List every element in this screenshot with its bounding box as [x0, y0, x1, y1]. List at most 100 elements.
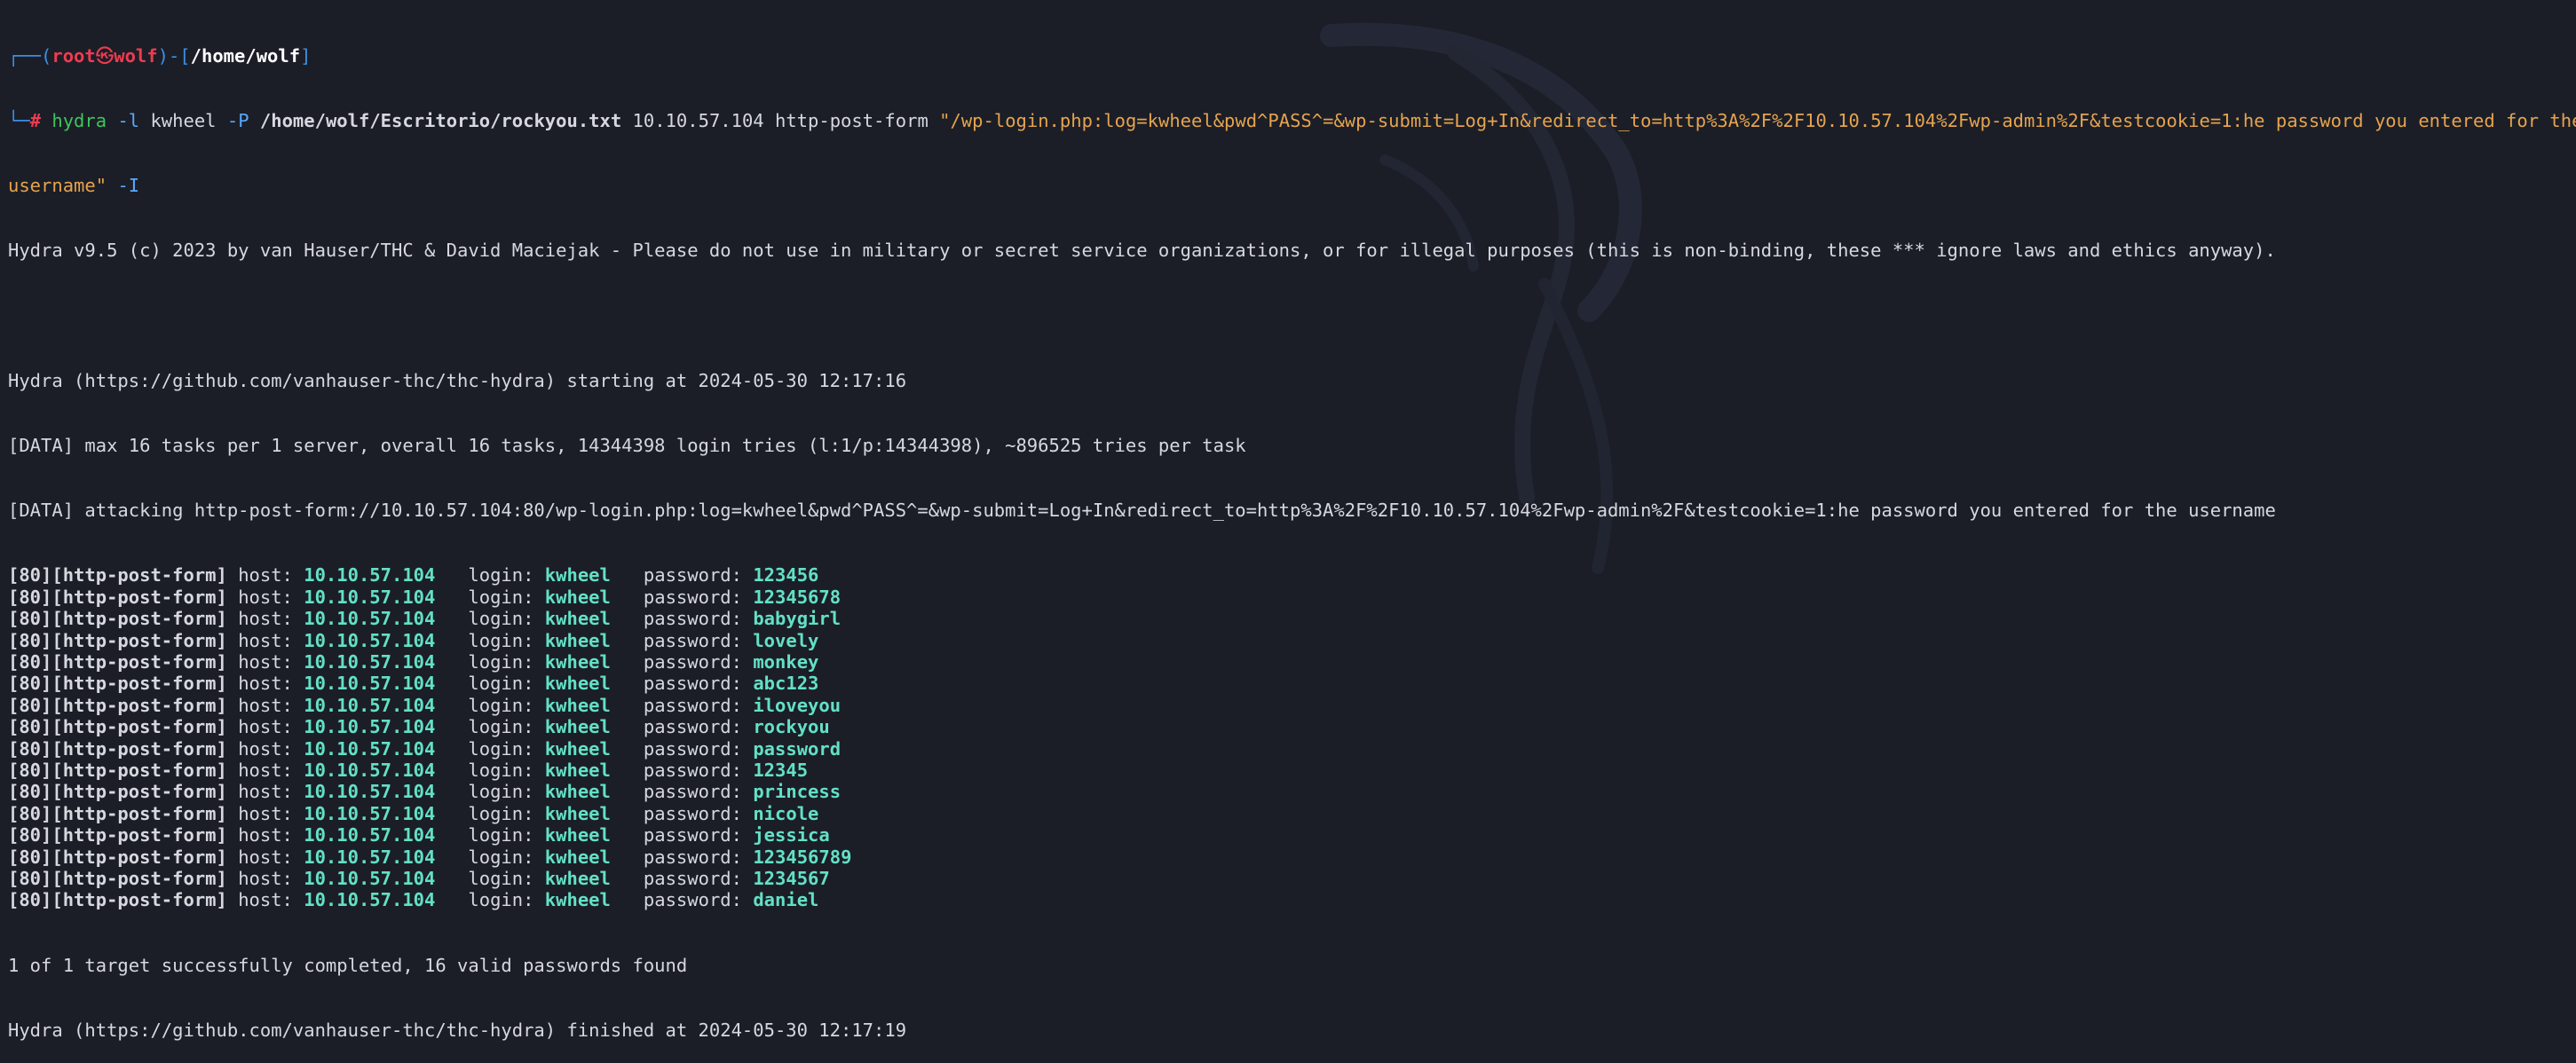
- result-prefix: [80][http-post-form]: [8, 586, 227, 608]
- result-host: 10.10.57.104: [304, 737, 436, 760]
- result-row: [80][http-post-form] host: 10.10.57.104 …: [8, 889, 2576, 910]
- result-password: nicole: [753, 802, 819, 824]
- result-login: kwheel: [544, 586, 611, 608]
- result-host-label: host:: [238, 846, 293, 868]
- finished-line: Hydra (https://github.com/vanhauser-thc/…: [8, 1019, 907, 1041]
- result-prefix: [80][http-post-form]: [8, 867, 227, 889]
- result-prefix: [80][http-post-form]: [8, 802, 227, 824]
- result-password-label: password:: [643, 781, 742, 803]
- result-password-label: password:: [643, 651, 742, 673]
- result-login: kwheel: [544, 673, 611, 695]
- result-login-label: login:: [468, 608, 534, 630]
- result-row: [80][http-post-form] host: 10.10.57.104 …: [8, 673, 2576, 694]
- result-login-label: login:: [468, 586, 534, 608]
- result-host-label: host:: [238, 651, 293, 673]
- result-host-label: host:: [238, 824, 293, 846]
- result-prefix: [80][http-post-form]: [8, 608, 227, 630]
- result-row: [80][http-post-form] host: 10.10.57.104 …: [8, 846, 2576, 868]
- result-prefix: [80][http-post-form]: [8, 564, 227, 587]
- result-password: 123456: [753, 564, 819, 587]
- result-login-label: login:: [468, 651, 534, 673]
- results-list: [80][http-post-form] host: 10.10.57.104 …: [8, 564, 2576, 910]
- result-login: kwheel: [544, 737, 611, 760]
- result-password-label: password:: [643, 759, 742, 781]
- result-login: kwheel: [544, 651, 611, 673]
- result-row: [80][http-post-form] host: 10.10.57.104 …: [8, 564, 2576, 586]
- result-password-label: password:: [643, 564, 742, 587]
- command-line-wrap: username" -I: [8, 175, 2576, 196]
- result-row: [80][http-post-form] host: 10.10.57.104 …: [8, 868, 2576, 889]
- starting-line: Hydra (https://github.com/vanhauser-thc/…: [8, 369, 907, 391]
- result-host-label: host:: [238, 781, 293, 803]
- result-prefix: [80][http-post-form]: [8, 781, 227, 803]
- result-password-label: password:: [643, 846, 742, 868]
- result-host: 10.10.57.104: [304, 759, 436, 781]
- result-host: 10.10.57.104: [304, 694, 436, 716]
- command-wordlist: /home/wolf/Escritorio/rockyou.txt: [259, 110, 622, 132]
- result-host-label: host:: [238, 802, 293, 824]
- result-login-label: login:: [468, 824, 534, 846]
- result-host-label: host:: [238, 586, 293, 608]
- result-password: 1234567: [753, 867, 830, 889]
- command-module: http-post-form: [775, 110, 928, 132]
- result-login-label: login:: [468, 673, 534, 695]
- result-host-label: host:: [238, 629, 293, 651]
- terminal-output[interactable]: ┌──(root㉿wolf)-[/home/wolf] └─# hydra -l…: [8, 2, 2576, 1063]
- result-login-label: login:: [468, 694, 534, 716]
- result-host: 10.10.57.104: [304, 673, 436, 695]
- result-login-label: login:: [468, 781, 534, 803]
- result-prefix: [80][http-post-form]: [8, 694, 227, 716]
- result-row: [80][http-post-form] host: 10.10.57.104 …: [8, 824, 2576, 846]
- result-row: [80][http-post-form] host: 10.10.57.104 …: [8, 651, 2576, 673]
- result-host: 10.10.57.104: [304, 824, 436, 846]
- result-host-label: host:: [238, 759, 293, 781]
- prompt-symbol: #: [29, 110, 42, 132]
- data-attacking-line: [DATA] attacking http-post-form://10.10.…: [8, 500, 2276, 522]
- result-login: kwheel: [544, 824, 611, 846]
- result-row: [80][http-post-form] host: 10.10.57.104 …: [8, 781, 2576, 802]
- result-row: [80][http-post-form] host: 10.10.57.104 …: [8, 760, 2576, 781]
- result-host-label: host:: [238, 694, 293, 716]
- result-login-label: login:: [468, 629, 534, 651]
- command-form-string-end: username": [8, 175, 107, 197]
- result-host-label: host:: [238, 737, 293, 760]
- result-host: 10.10.57.104: [304, 564, 436, 587]
- result-host: 10.10.57.104: [304, 781, 436, 803]
- result-login-label: login:: [468, 737, 534, 760]
- result-password-label: password:: [643, 608, 742, 630]
- result-prefix: [80][http-post-form]: [8, 824, 227, 846]
- result-password-label: password:: [643, 629, 742, 651]
- result-login-label: login:: [468, 846, 534, 868]
- result-login-label: login:: [468, 889, 534, 911]
- result-login: kwheel: [544, 694, 611, 716]
- result-login-label: login:: [468, 867, 534, 889]
- command-form-string: "/wp-login.php:log=kwheel&pwd^PASS^=&wp-…: [939, 110, 2576, 132]
- prompt-host: wolf: [114, 44, 158, 67]
- result-password: iloveyou: [753, 694, 842, 716]
- result-prefix: [80][http-post-form]: [8, 651, 227, 673]
- result-password: 12345: [753, 759, 809, 781]
- command-login-flag: -l: [117, 110, 140, 132]
- result-host-label: host:: [238, 889, 293, 911]
- command-pass-flag: -P: [226, 110, 249, 132]
- result-row: [80][http-post-form] host: 10.10.57.104 …: [8, 738, 2576, 760]
- command-extra-flag: -I: [117, 175, 140, 197]
- result-host: 10.10.57.104: [304, 867, 436, 889]
- result-row: [80][http-post-form] host: 10.10.57.104 …: [8, 608, 2576, 629]
- result-login: kwheel: [544, 629, 611, 651]
- result-prefix: [80][http-post-form]: [8, 846, 227, 868]
- result-prefix: [80][http-post-form]: [8, 716, 227, 738]
- result-host-label: host:: [238, 867, 293, 889]
- result-host: 10.10.57.104: [304, 629, 436, 651]
- result-login-label: login:: [468, 716, 534, 738]
- result-password: babygirl: [753, 608, 842, 630]
- result-prefix: [80][http-post-form]: [8, 759, 227, 781]
- result-password: abc123: [753, 673, 819, 695]
- result-login: kwheel: [544, 802, 611, 824]
- result-password: 12345678: [753, 586, 842, 608]
- result-row: [80][http-post-form] host: 10.10.57.104 …: [8, 587, 2576, 608]
- result-prefix: [80][http-post-form]: [8, 629, 227, 651]
- prompt-user: root: [51, 44, 96, 67]
- result-password: princess: [753, 781, 842, 803]
- command-login: kwheel: [150, 110, 217, 132]
